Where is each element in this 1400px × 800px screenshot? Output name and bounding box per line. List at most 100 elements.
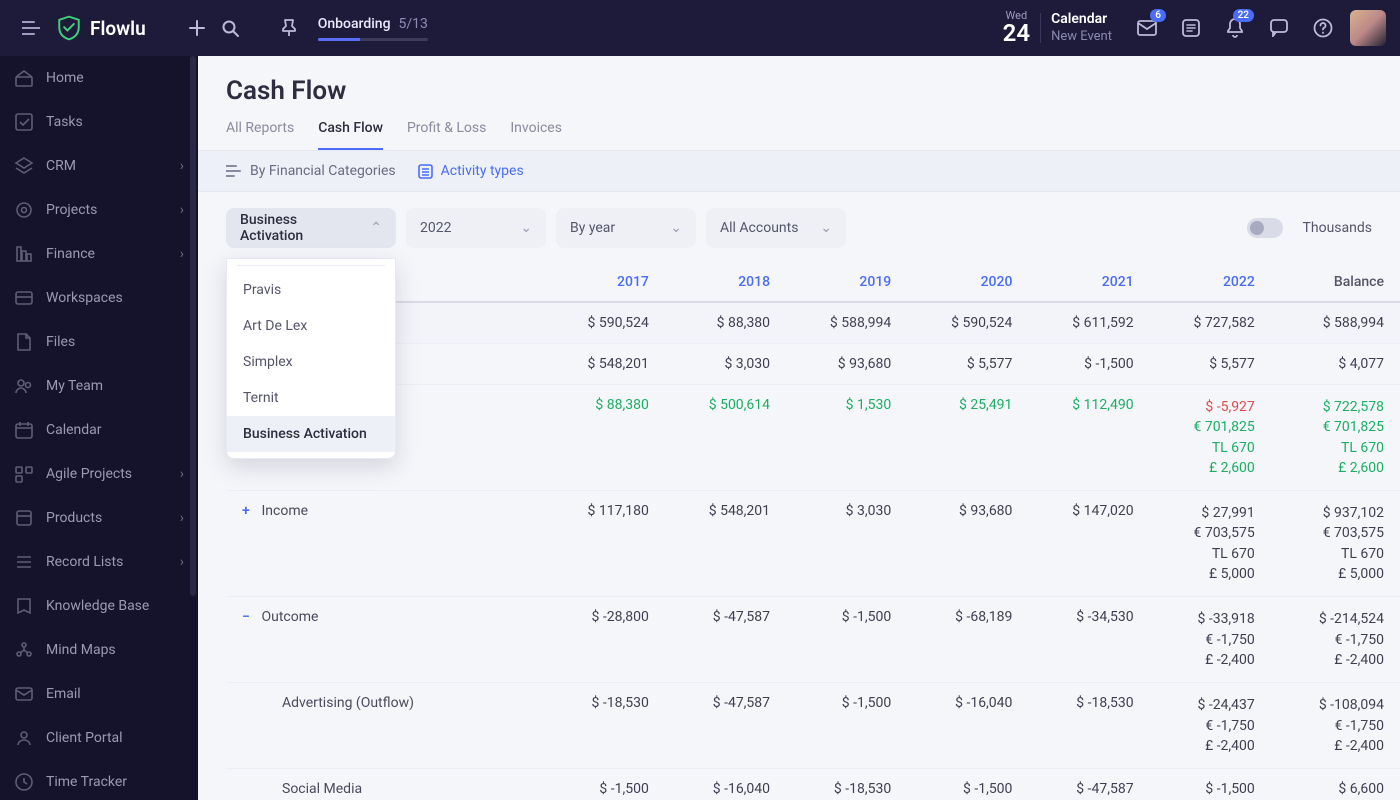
chat-icon[interactable] (1262, 11, 1296, 45)
onboarding-count: 5/13 (399, 16, 428, 32)
table-header-2020[interactable]: 2020 (907, 262, 1028, 302)
chevron-right-icon: › (180, 158, 184, 174)
logo-shield-icon (56, 15, 82, 41)
table-header-2018[interactable]: 2018 (665, 262, 786, 302)
table-header-2021[interactable]: 2021 (1028, 262, 1149, 302)
search-button[interactable] (214, 11, 248, 45)
controls-row: Business Activation ⌃ 2022 ⌄ By year ⌄ A… (198, 192, 1400, 262)
tab-cash-flow[interactable]: Cash Flow (318, 120, 383, 150)
tab-invoices[interactable]: Invoices (510, 120, 562, 150)
table-cell: $ 3,030 (665, 344, 786, 385)
sidebar-item-agile-projects[interactable]: Agile Projects› (0, 452, 198, 496)
sidebar: HomeTasksCRM›Projects›Finance›Workspaces… (0, 56, 198, 800)
table-header-2019[interactable]: 2019 (786, 262, 907, 302)
sidebar-icon (14, 508, 34, 528)
sidebar-item-projects[interactable]: Projects› (0, 188, 198, 232)
expand-icon[interactable]: + (242, 503, 258, 519)
row-label[interactable]: + Income (226, 491, 544, 597)
user-avatar[interactable] (1350, 10, 1386, 46)
notes-icon[interactable] (1174, 11, 1208, 45)
sidebar-item-products[interactable]: Products› (0, 496, 198, 540)
row-label: Advertising (Outflow) (226, 683, 544, 769)
sidebar-icon (14, 156, 34, 176)
org-option[interactable]: Ternit (227, 380, 395, 416)
table-cell: $ 3,030 (786, 491, 907, 597)
table-row: Social Media$ -1,500$ -16,040$ -18,530$ … (226, 769, 1400, 800)
filter-activity-types[interactable]: Activity types (418, 163, 524, 179)
sidebar-item-label: Email (46, 686, 81, 702)
year-dropdown[interactable]: 2022 ⌄ (406, 208, 546, 248)
sidebar-icon (14, 640, 34, 660)
org-option[interactable]: Business Activation (227, 416, 395, 452)
grouping-dropdown[interactable]: By year ⌄ (556, 208, 696, 248)
filter-bar: By Financial Categories Activity types (198, 151, 1400, 192)
onboarding-widget[interactable]: Onboarding 5/13 (318, 16, 428, 41)
sidebar-item-files[interactable]: Files (0, 320, 198, 364)
sidebar-item-mind-maps[interactable]: Mind Maps (0, 628, 198, 672)
expand-icon[interactable]: − (242, 609, 258, 625)
table-cell: $ 937,102€ 703,575TL 670£ 5,000 (1271, 491, 1400, 597)
filter-icon (226, 164, 242, 178)
pin-icon[interactable] (272, 11, 306, 45)
help-icon[interactable] (1306, 11, 1340, 45)
sidebar-icon (14, 244, 34, 264)
sidebar-item-label: Finance (46, 246, 95, 262)
notifications-badge: 22 (1233, 9, 1254, 22)
table-cell: $ -16,040 (907, 683, 1028, 769)
sidebar-item-workspaces[interactable]: Workspaces (0, 276, 198, 320)
sidebar-item-home[interactable]: Home (0, 56, 198, 100)
filter-by-categories[interactable]: By Financial Categories (226, 163, 396, 179)
sidebar-item-finance[interactable]: Finance› (0, 232, 198, 276)
table-cell: $ -1,500 (786, 597, 907, 683)
table-header-balance: Balance (1271, 262, 1400, 302)
table-cell: $ 93,680 (786, 344, 907, 385)
sidebar-item-client-portal[interactable]: Client Portal (0, 716, 198, 760)
sidebar-item-my-team[interactable]: My Team (0, 364, 198, 408)
sidebar-item-knowledge-base[interactable]: Knowledge Base (0, 584, 198, 628)
table-header-2017[interactable]: 2017 (544, 262, 665, 302)
tab-profit-loss[interactable]: Profit & Loss (407, 120, 486, 150)
calendar-new-event[interactable]: New Event (1051, 29, 1112, 46)
org-dropdown[interactable]: Business Activation ⌃ (226, 208, 396, 248)
table-cell: $ 1,530 (786, 385, 907, 491)
org-option[interactable]: Art De Lex (227, 308, 395, 344)
sidebar-item-label: Client Portal (46, 730, 123, 746)
table-cell: $ -5,927€ 701,825TL 670£ 2,600 (1150, 385, 1271, 491)
sidebar-item-calendar[interactable]: Calendar (0, 408, 198, 452)
sidebar-item-record-lists[interactable]: Record Lists› (0, 540, 198, 584)
notifications-icon[interactable]: 22 (1218, 11, 1252, 45)
sidebar-scrollbar[interactable] (190, 56, 196, 596)
tab-all-reports[interactable]: All Reports (226, 120, 294, 150)
inbox-icon[interactable]: 6 (1130, 11, 1164, 45)
sidebar-item-label: Mind Maps (46, 642, 116, 658)
sidebar-item-tasks[interactable]: Tasks (0, 100, 198, 144)
org-option[interactable]: Simplex (227, 344, 395, 380)
sidebar-item-time-tracker[interactable]: Time Tracker (0, 760, 198, 800)
chevron-down-icon: ⌄ (670, 220, 682, 236)
thousands-toggle[interactable] (1247, 218, 1283, 238)
sidebar-item-label: Time Tracker (46, 774, 127, 790)
table-cell: $ -28,800 (544, 597, 665, 683)
sidebar-item-crm[interactable]: CRM› (0, 144, 198, 188)
table-cell: $ 147,020 (1028, 491, 1149, 597)
onboarding-progress-bar (318, 38, 428, 41)
org-option[interactable]: Pravis (227, 272, 395, 308)
table-cell: $ -33,918€ -1,750£ -2,400 (1150, 597, 1271, 683)
row-label[interactable]: − Outcome (226, 597, 544, 683)
app-logo[interactable]: Flowlu (56, 15, 146, 41)
sidebar-item-label: Files (46, 334, 75, 350)
accounts-dropdown[interactable]: All Accounts ⌄ (706, 208, 846, 248)
chevron-up-icon: ⌃ (370, 220, 382, 236)
table-cell: $ -34,530 (1028, 597, 1149, 683)
table-cell: $ 25,491 (907, 385, 1028, 491)
sidebar-item-email[interactable]: Email (0, 672, 198, 716)
header-date[interactable]: Wed 24 Calendar New Event (1003, 10, 1112, 45)
menu-toggle-icon[interactable] (14, 11, 48, 45)
table-cell: $ 27,991€ 703,575TL 670£ 5,000 (1150, 491, 1271, 597)
main-content: Cash Flow All ReportsCash FlowProfit & L… (198, 56, 1400, 800)
add-button[interactable] (180, 11, 214, 45)
table-row: $ 88,380$ 500,614$ 1,530$ 25,491$ 112,49… (226, 385, 1400, 491)
chevron-right-icon: › (180, 466, 184, 482)
sidebar-icon (14, 332, 34, 352)
table-header-2022[interactable]: 2022 (1150, 262, 1271, 302)
